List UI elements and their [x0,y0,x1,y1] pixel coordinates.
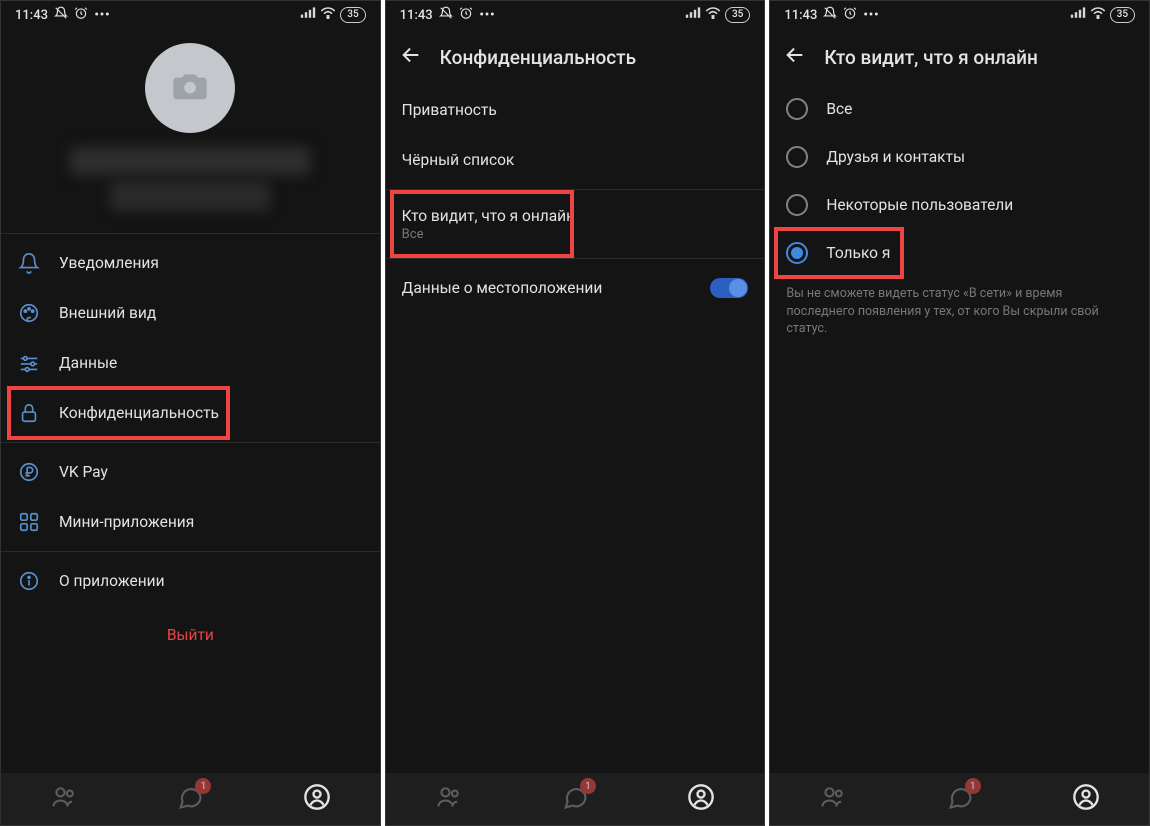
radio-icon [786,146,808,168]
signal-icon [685,7,701,23]
row-blacklist[interactable]: Чёрный список [386,135,765,185]
nav-friends[interactable] [50,783,78,815]
nav-badge: 1 [580,778,596,794]
status-time: 11:43 [15,8,48,23]
help-text: Вы не сможете видеть статус «В сети» и в… [770,277,1149,338]
battery-indicator: 35 [340,7,365,23]
radio-icon [786,98,808,120]
wifi-icon [320,7,336,23]
nav-chats[interactable]: 1 [176,783,204,815]
screen-settings: 11:43 35 [0,0,381,826]
more-icon [479,8,495,23]
battery-indicator: 35 [1110,7,1135,23]
divider [386,189,765,190]
nav-profile[interactable] [303,783,331,815]
logout-button[interactable]: Выйти [1,606,380,664]
page-title: Кто видит, что я онлайн [824,46,1038,69]
ruble-icon [17,461,41,483]
bottom-nav: 1 [386,773,765,825]
divider [1,551,380,552]
back-icon[interactable] [784,44,806,70]
bottom-nav: 1 [1,773,380,825]
screen-who-online: 11:43 35 Кто видит, что я онлайн Все Дру… [769,0,1150,826]
bell-icon [17,252,41,274]
profile-header[interactable] [1,29,380,229]
info-icon [17,570,41,592]
alarm-icon [843,6,857,24]
divider [386,258,765,259]
profile-sub-blurred [110,181,270,211]
signal-icon [300,7,316,23]
palette-icon [17,302,41,324]
nav-friends[interactable] [435,783,463,815]
bottom-nav: 1 [770,773,1149,825]
more-icon [863,8,879,23]
nav-chats[interactable]: 1 [946,783,974,815]
nav-badge: 1 [965,778,981,794]
nav-profile[interactable] [1072,783,1100,815]
dnd-icon [439,6,453,24]
menu-data[interactable]: Данные [1,338,380,388]
status-bar: 11:43 35 [770,1,1149,29]
menu-label: Конфиденциальность [59,404,219,422]
back-icon[interactable] [400,44,422,70]
page-title: Конфиденциальность [440,46,636,69]
option-some[interactable]: Некоторые пользователи [770,181,1149,229]
menu-about[interactable]: О приложении [1,556,380,606]
menu-vkpay[interactable]: VK Pay [1,447,380,497]
menu-appearance[interactable]: Внешний вид [1,288,380,338]
menu-notifications[interactable]: Уведомления [1,238,380,288]
menu-privacy[interactable]: Конфиденциальность [1,388,380,438]
option-friends[interactable]: Друзья и контакты [770,133,1149,181]
more-icon [94,8,110,23]
status-bar: 11:43 35 [1,1,380,29]
header: Кто видит, что я онлайн [770,29,1149,85]
avatar-placeholder[interactable] [145,43,235,133]
divider [1,442,380,443]
signal-icon [1070,7,1086,23]
nav-profile[interactable] [687,783,715,815]
dnd-icon [54,6,68,24]
nav-badge: 1 [195,778,211,794]
menu-label: Мини-приложения [59,513,194,531]
camera-icon [170,66,210,110]
row-location-data[interactable]: Данные о местоположении [386,263,765,313]
radio-icon [786,194,808,216]
alarm-icon [74,6,88,24]
nav-friends[interactable] [819,783,847,815]
status-time: 11:43 [784,8,817,23]
option-all[interactable]: Все [770,85,1149,133]
battery-indicator: 35 [725,7,750,23]
alarm-icon [459,6,473,24]
nav-chats[interactable]: 1 [561,783,589,815]
menu-label: О приложении [59,572,165,590]
option-only-me[interactable]: Только я [770,229,1149,277]
row-privacy[interactable]: Приватность [386,85,765,135]
dnd-icon [823,6,837,24]
status-bar: 11:43 35 [386,1,765,29]
grid-icon [17,511,41,533]
toggle-location[interactable] [710,278,748,298]
status-time: 11:43 [400,8,433,23]
radio-icon [786,242,808,264]
row-who-sees-online[interactable]: Кто видит, что я онлайн Все [386,194,765,254]
profile-name-blurred [70,147,310,175]
wifi-icon [705,7,721,23]
menu-label: Внешний вид [59,304,156,322]
menu-miniapps[interactable]: Мини-приложения [1,497,380,547]
wifi-icon [1090,7,1106,23]
header: Конфиденциальность [386,29,765,85]
menu-label: Данные [59,354,117,372]
lock-icon [17,402,41,424]
divider [1,233,380,234]
screen-privacy: 11:43 35 Конфиденциальность Приватность … [385,0,766,826]
menu-label: Уведомления [59,254,159,272]
sliders-icon [17,352,41,374]
menu-label: VK Pay [59,463,108,481]
